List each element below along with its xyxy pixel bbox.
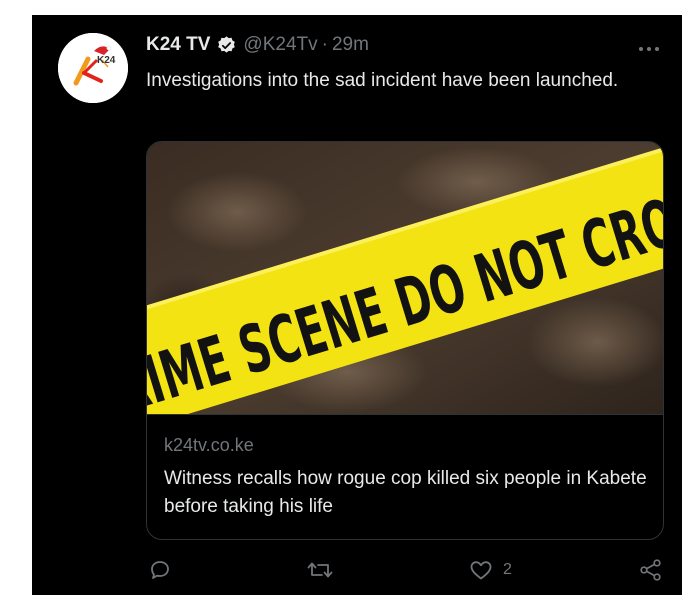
verified-badge-icon [216, 35, 237, 56]
tweet-text: Investigations into the sad incident hav… [146, 70, 619, 91]
share-button[interactable] [638, 558, 664, 582]
card-image[interactable]: CRIME SCENE DO NOT CROSS [147, 142, 663, 414]
like-button[interactable]: 2 [468, 558, 512, 582]
author-name[interactable]: K24 TV [146, 34, 210, 56]
link-preview-card[interactable]: CRIME SCENE DO NOT CROSS k24tv.co.ke Wit… [146, 141, 664, 540]
card-title: Witness recalls how rogue cop killed six… [164, 468, 647, 517]
header-separator: · [321, 34, 328, 55]
heart-icon [468, 558, 494, 582]
timestamp[interactable]: 29m [332, 34, 369, 56]
tweet-header: K24 TV @K24Tv · 29m [146, 34, 369, 56]
avatar[interactable]: K24 [58, 33, 128, 103]
reply-icon [148, 558, 172, 582]
tweet-card[interactable]: K24 K24 TV @K24Tv · 29m Investigations i… [32, 15, 682, 595]
retweet-icon [306, 558, 334, 582]
avatar-logo-text: K24 [97, 55, 116, 66]
tweet-actions: 2 [146, 558, 666, 588]
reply-button[interactable] [148, 558, 181, 582]
more-options-icon[interactable] [636, 39, 662, 59]
share-icon [638, 558, 664, 582]
like-count: 2 [503, 561, 512, 578]
retweet-button[interactable] [306, 558, 343, 582]
card-meta[interactable]: k24tv.co.ke Witness recalls how rogue co… [147, 414, 663, 539]
card-domain: k24tv.co.ke [164, 435, 254, 455]
author-handle[interactable]: @K24Tv [243, 34, 317, 56]
